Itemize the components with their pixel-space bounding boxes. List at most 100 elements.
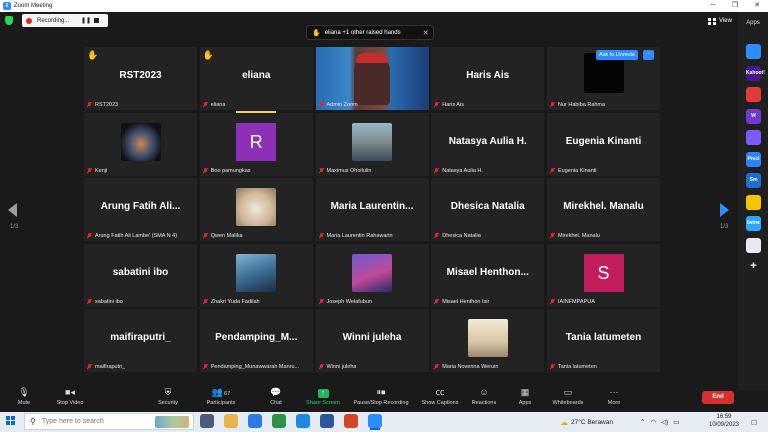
participants-button[interactable]: 👥67 Participants bbox=[202, 386, 240, 411]
participant-tile[interactable]: Admin Zoom bbox=[315, 47, 429, 110]
participant-name: Tania latumeten bbox=[558, 364, 597, 370]
ask-to-unmute-button[interactable]: Ask to Unmute bbox=[596, 50, 639, 60]
participant-tile[interactable]: Zhakri Yuda Fadilah bbox=[199, 243, 313, 307]
muted-mic-icon bbox=[203, 102, 208, 108]
participant-name: eliana bbox=[210, 102, 226, 108]
powerpoint-icon[interactable] bbox=[344, 414, 358, 428]
battery-icon[interactable]: ▭ bbox=[673, 418, 679, 426]
more-button[interactable]: ··· More bbox=[604, 386, 624, 411]
muted-mic-icon bbox=[87, 167, 92, 174]
participant-name: Joseph Welafubun bbox=[326, 298, 372, 305]
stop-video-button[interactable]: ■◂ Stop Video bbox=[52, 386, 88, 411]
app-8-icon[interactable] bbox=[746, 194, 761, 210]
participant-tile[interactable]: Natasya Aulia H. Natasya Aulia H. bbox=[431, 112, 545, 176]
participant-tile[interactable]: Dhesica Natalia Dhesica Natalia bbox=[431, 178, 545, 241]
participant-name-label: Dhesica Natalia bbox=[434, 233, 481, 239]
participant-tile[interactable]: Arung Fatih Ali... Arung Fatih Ali Lambe'… bbox=[84, 178, 197, 241]
notifications-icon[interactable]: ▢ bbox=[751, 412, 757, 432]
view-button[interactable]: View bbox=[708, 15, 732, 27]
wifi-icon[interactable]: ◠ bbox=[650, 418, 656, 426]
participant-display-name: Mirekhel. Manalu bbox=[563, 201, 644, 212]
task-view-icon[interactable] bbox=[200, 414, 214, 428]
participant-display-name: maifiraputri_ bbox=[110, 332, 171, 343]
end-meeting-button[interactable]: End bbox=[702, 391, 734, 404]
participant-name: Misael Henthon Isir bbox=[442, 298, 490, 305]
show-captions-button[interactable]: ㏄ Show Captions bbox=[418, 386, 462, 411]
taskbar-search-input[interactable] bbox=[41, 418, 142, 425]
whiteboards-button[interactable]: ▭ Whiteboards bbox=[550, 386, 586, 411]
close-button[interactable]: ✕ bbox=[746, 0, 768, 12]
file-explorer-icon[interactable] bbox=[224, 414, 238, 428]
windows-start-icon[interactable] bbox=[6, 416, 16, 426]
participant-name: IAINFMPAPUA bbox=[558, 298, 595, 305]
reactions-button[interactable]: ☺ Reactions bbox=[470, 386, 498, 411]
mute-button[interactable]: 🎙 Mute bbox=[12, 386, 36, 411]
share-screen-button[interactable]: ↑ Share Screen bbox=[304, 386, 342, 411]
avatar-photo bbox=[236, 253, 277, 292]
settings-icon[interactable] bbox=[248, 414, 262, 428]
weather-widget[interactable]: ☁ 27°C Berawan bbox=[560, 412, 613, 432]
participant-tile[interactable]: S IAINFMPAPUA bbox=[547, 243, 660, 307]
tile-more-button[interactable]: ··· bbox=[643, 50, 654, 60]
edge-icon[interactable] bbox=[296, 414, 310, 428]
kahoot-app-icon[interactable]: Kahoot! bbox=[746, 65, 765, 81]
participant-tile[interactable]: Mirekhel. Manalu Mirekhel. Manalu bbox=[547, 178, 660, 241]
muted-mic-icon bbox=[550, 298, 555, 305]
participant-tile[interactable]: Qwen Malika bbox=[199, 178, 313, 241]
taskbar-clock[interactable]: 16:59 10/09/2023 bbox=[704, 413, 744, 429]
raised-hands-banner[interactable]: ✋ eliana +1 other raised hands ✕ bbox=[306, 25, 434, 40]
zoom-taskbar-icon[interactable] bbox=[368, 414, 382, 430]
participant-tile[interactable]: Eugenia Kinanti Eugenia Kinanti bbox=[547, 112, 660, 176]
stop-recording-icon[interactable] bbox=[94, 18, 99, 23]
volume-icon[interactable]: ◁) bbox=[661, 418, 668, 426]
tray-chevron-icon[interactable]: ⌃ bbox=[640, 418, 645, 426]
participant-tile[interactable]: Haris Ais Haris Ais bbox=[431, 47, 545, 110]
app-3-icon[interactable] bbox=[746, 87, 761, 102]
participant-tile[interactable]: Tania latumeten Tania latumeten bbox=[547, 309, 660, 372]
participant-display-name: Arung Fatih Ali... bbox=[100, 201, 181, 212]
participant-name: Nur Habiba Rahma bbox=[558, 102, 606, 108]
participant-tile[interactable]: Kenji bbox=[84, 112, 197, 176]
shield-icon[interactable] bbox=[5, 16, 13, 25]
participant-tile[interactable]: Pendamping_M... Pendamping_Munawwarah Man… bbox=[199, 309, 313, 372]
presenter-cap bbox=[355, 53, 388, 63]
pause-recording-icon[interactable]: ❚❚ bbox=[81, 17, 91, 24]
smartsheet-app-icon[interactable]: Sm bbox=[746, 173, 761, 188]
avatar-photo bbox=[352, 253, 392, 292]
participant-tile[interactable]: Maria Novenna Weruin bbox=[431, 309, 545, 372]
prezi-app-icon[interactable]: Prezi bbox=[746, 151, 761, 167]
participant-tile[interactable]: Maximus Ohoilulin bbox=[315, 112, 429, 176]
participant-name: Winni juleha bbox=[326, 364, 357, 370]
participant-tile[interactable]: Maria Laurentin... Maria Laurentin Rahawa… bbox=[315, 178, 429, 241]
pause-stop-recording-button[interactable]: ⏸⏹ Pause/Stop Recording bbox=[350, 386, 412, 411]
participant-tile[interactable]: sabatini ibo sabatini ibo bbox=[84, 243, 197, 307]
chat-button[interactable]: 💬 Chat bbox=[266, 386, 286, 411]
zoom-app-icon[interactable] bbox=[746, 44, 761, 59]
taskbar-search[interactable]: ⚲ bbox=[24, 413, 194, 430]
app-10-icon[interactable] bbox=[746, 237, 761, 253]
participant-tile[interactable]: Misael Henthon... Misael Henthon Isir bbox=[431, 243, 545, 307]
participants-icon: 👥 bbox=[211, 387, 224, 397]
participant-tile[interactable]: ✋ RST2023 RST2023 bbox=[84, 47, 197, 110]
wordwall-app-icon[interactable]: W bbox=[746, 108, 761, 124]
muted-mic-icon bbox=[434, 167, 439, 174]
participant-tile[interactable]: R Boo pamungkas bbox=[199, 112, 313, 176]
chrome-icon[interactable] bbox=[272, 414, 286, 428]
participant-tile[interactable]: maifiraputri_ maifiraputri_ bbox=[84, 309, 197, 372]
word-icon[interactable] bbox=[320, 414, 334, 428]
app-5-icon[interactable] bbox=[746, 130, 761, 145]
participant-name-label: Arung Fatih Ali Lambe' (SMA N 4) bbox=[87, 233, 177, 239]
participant-tile[interactable]: ✋ eliana eliana bbox=[199, 47, 313, 110]
add-app-icon[interactable]: + bbox=[746, 259, 761, 274]
maximize-button[interactable]: ❐ bbox=[724, 0, 746, 12]
participant-tile[interactable]: Joseph Welafubun bbox=[315, 243, 429, 307]
apps-button[interactable]: ▦ Apps bbox=[515, 386, 535, 411]
participant-name: Maximus Ohoilulin bbox=[326, 167, 372, 174]
system-tray: ⌃ ◠ ◁) ▭ bbox=[640, 412, 679, 432]
twine-app-icon[interactable]: twine bbox=[746, 216, 761, 231]
participant-tile[interactable]: Winni juleha Winni juleha bbox=[315, 309, 429, 372]
pause-stop-icon: ⏸⏹ bbox=[376, 387, 386, 397]
close-banner-icon[interactable]: ✕ bbox=[423, 29, 429, 37]
security-button[interactable]: ⛨ Security bbox=[154, 386, 182, 411]
minimize-button[interactable]: ─ bbox=[702, 0, 724, 12]
